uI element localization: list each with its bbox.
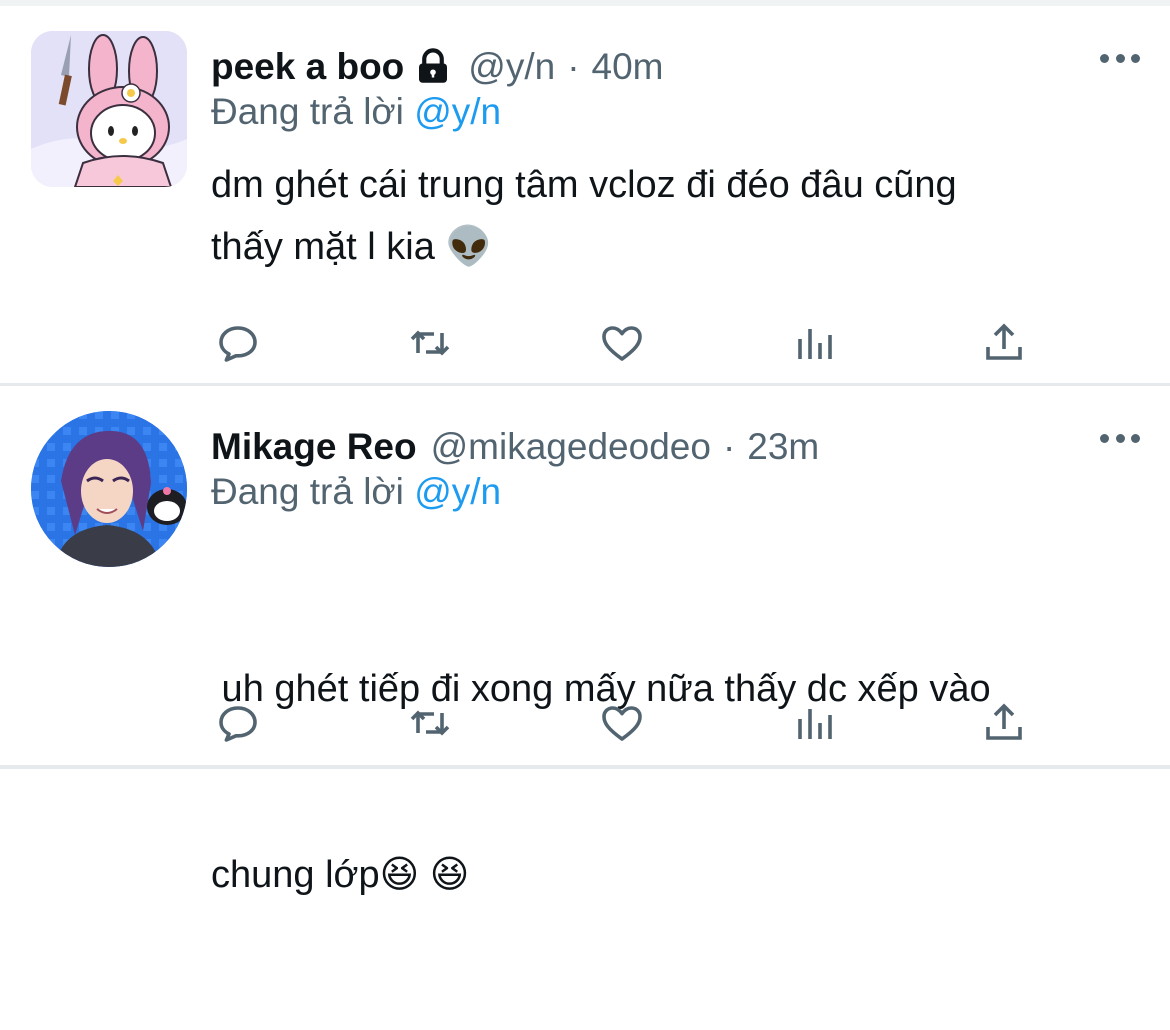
like-button[interactable]: [592, 313, 652, 373]
tweet-text-line: thấy mặt l kia 👽: [211, 226, 493, 268]
retweet-icon: [410, 710, 450, 736]
separator-dot: ·: [722, 426, 736, 467]
replying-to-handle[interactable]: @y/n: [414, 91, 501, 132]
replying-to-label: Đang trả lời: [211, 471, 404, 512]
like-icon: [602, 706, 642, 741]
share-icon: [986, 703, 1022, 740]
more-icon[interactable]: [1100, 48, 1140, 68]
replying-to: Đang trả lời @y/n: [211, 471, 501, 513]
tweet[interactable]: Mikage Reo @mikagedeodeo · 23m Đang trả …: [0, 386, 1170, 896]
tweet-text-line: dm ghét cái trung tâm vcloz đi đéo đâu c…: [211, 164, 957, 206]
avatar[interactable]: [31, 411, 187, 567]
tweet[interactable]: peek a boo @y/n · 40m Đang trả lời @y/n …: [0, 6, 1170, 384]
handle[interactable]: @y/n: [468, 46, 555, 88]
separator-dot: ·: [567, 46, 580, 87]
replying-to-handle[interactable]: @y/n: [414, 471, 501, 512]
stats-icon: [798, 329, 832, 359]
replying-to: Đang trả lời @y/n: [211, 91, 501, 133]
share-button[interactable]: [974, 693, 1034, 753]
like-icon: [602, 326, 642, 361]
display-name[interactable]: Mikage Reo: [211, 426, 417, 468]
like-button[interactable]: [592, 693, 652, 753]
timestamp[interactable]: 23m: [747, 426, 819, 468]
replying-to-label: Đang trả lời: [211, 91, 404, 132]
tweet-header: Mikage Reo @mikagedeodeo · 23m: [211, 422, 819, 472]
reply-icon: [219, 326, 257, 362]
handle[interactable]: @mikagedeodeo: [431, 426, 711, 468]
retweet-button[interactable]: [400, 313, 460, 373]
action-bar: [208, 693, 1048, 753]
action-bar: [208, 313, 1048, 373]
retweet-button[interactable]: [400, 693, 460, 753]
divider: [0, 765, 1170, 769]
stats-button[interactable]: [784, 313, 844, 373]
reply-icon: [219, 706, 257, 742]
avatar-illustration: [31, 411, 187, 567]
more-icon[interactable]: [1100, 428, 1140, 448]
avatar-illustration: [31, 31, 187, 187]
share-icon: [986, 323, 1022, 360]
stats-button[interactable]: [784, 693, 844, 753]
tweet-text: dm ghét cái trung tâm vcloz đi đéo đâu c…: [211, 154, 1141, 278]
reply-button[interactable]: [208, 313, 268, 373]
tweet-header: peek a boo @y/n · 40m: [211, 42, 664, 92]
tweet-text-line: chung lớp😆 😆: [211, 854, 470, 896]
avatar[interactable]: [31, 31, 187, 187]
stats-icon: [798, 709, 832, 739]
timestamp[interactable]: 40m: [592, 46, 664, 88]
display-name[interactable]: peek a boo: [211, 46, 404, 88]
reply-button[interactable]: [208, 693, 268, 753]
lock-icon: [412, 46, 454, 88]
retweet-icon: [410, 330, 450, 356]
share-button[interactable]: [974, 313, 1034, 373]
tweet-text: uh ghét tiếp đi xong mấy nữa thấy dc xếp…: [211, 534, 1141, 1030]
